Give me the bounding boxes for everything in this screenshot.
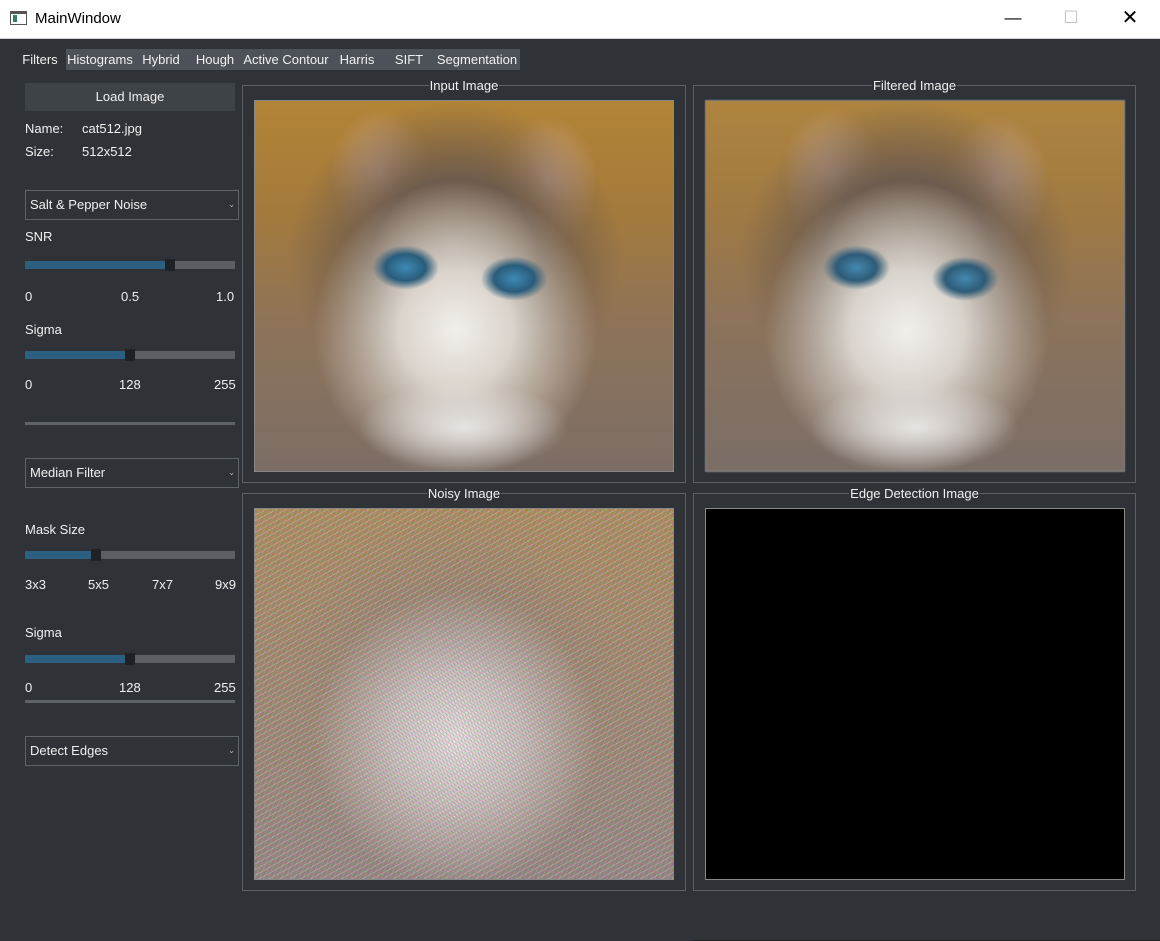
filtered-image-title: Filtered Image bbox=[871, 78, 958, 93]
load-image-button[interactable]: Load Image bbox=[25, 83, 235, 111]
noisy-image-title: Noisy Image bbox=[426, 486, 502, 501]
sigma1-tick-mid: 128 bbox=[119, 377, 141, 392]
noise-type-select[interactable]: Salt & Pepper Noise ⌄ bbox=[25, 190, 239, 220]
input-image-group: Input Image bbox=[242, 78, 686, 483]
mask-size-slider[interactable] bbox=[25, 549, 235, 561]
edge-image-title: Edge Detection Image bbox=[849, 486, 980, 501]
edge-detect-select[interactable]: Detect Edges ⌄ bbox=[25, 736, 239, 766]
slider-handle[interactable] bbox=[91, 549, 101, 561]
slider-fill bbox=[25, 655, 130, 663]
slider-handle[interactable] bbox=[125, 349, 135, 361]
filtered-image-canvas bbox=[705, 100, 1125, 472]
mask-size-label: Mask Size bbox=[25, 522, 85, 537]
sigma-slider-2[interactable] bbox=[25, 653, 235, 665]
noise-type-value: Salt & Pepper Noise bbox=[30, 197, 148, 212]
minimize-button[interactable]: — bbox=[984, 0, 1042, 38]
name-value: cat512.jpg bbox=[82, 121, 142, 136]
chevron-down-icon: ⌄ bbox=[228, 468, 235, 477]
noisy-image-group: Noisy Image bbox=[242, 486, 686, 891]
slider-fill bbox=[25, 351, 130, 359]
divider bbox=[25, 700, 235, 703]
tab-filters[interactable]: Filters bbox=[16, 49, 64, 70]
chevron-down-icon: ⌄ bbox=[228, 200, 235, 209]
sigma1-tick-min: 0 bbox=[25, 377, 33, 392]
input-image-title: Input Image bbox=[428, 78, 500, 93]
app-icon bbox=[10, 11, 27, 25]
edge-detect-value: Detect Edges bbox=[30, 743, 109, 758]
filter-type-select[interactable]: Median Filter ⌄ bbox=[25, 458, 239, 488]
close-button[interactable]: ✕ bbox=[1101, 0, 1159, 38]
snr-tick-max: 1.0 bbox=[216, 289, 235, 304]
tab-sift[interactable]: SIFT bbox=[384, 49, 434, 70]
filtered-image-group: Filtered Image bbox=[693, 78, 1136, 483]
filter-type-value: Median Filter bbox=[30, 465, 106, 480]
tab-hybrid[interactable]: Hybrid bbox=[134, 49, 188, 70]
input-image-canvas bbox=[254, 100, 674, 472]
tab-harris[interactable]: Harris bbox=[330, 49, 384, 70]
snr-tick-mid: 0.5 bbox=[121, 289, 140, 304]
size-value: 512x512 bbox=[82, 144, 132, 159]
edge-image-group: Edge Detection Image bbox=[693, 486, 1136, 891]
slider-handle[interactable] bbox=[165, 259, 175, 271]
size-label: Size: bbox=[25, 144, 54, 159]
slider-handle[interactable] bbox=[125, 653, 135, 665]
snr-label: SNR bbox=[25, 229, 53, 244]
chevron-down-icon: ⌄ bbox=[228, 746, 235, 755]
window-title: MainWindow bbox=[35, 10, 121, 27]
mask-tick-9x9: 9x9 bbox=[215, 577, 236, 592]
sigma-slider-1[interactable] bbox=[25, 349, 235, 361]
sigma-label-1: Sigma bbox=[25, 322, 62, 337]
noisy-image-canvas bbox=[254, 508, 674, 880]
sigma2-tick-min: 0 bbox=[25, 680, 33, 695]
slider-fill bbox=[25, 551, 96, 559]
mask-tick-3x3: 3x3 bbox=[25, 577, 46, 592]
snr-tick-min: 0 bbox=[25, 289, 33, 304]
maximize-button[interactable]: ☐ bbox=[1042, 0, 1100, 38]
tab-hough[interactable]: Hough bbox=[188, 49, 242, 70]
snr-slider[interactable] bbox=[25, 259, 235, 271]
sigma1-tick-max: 255 bbox=[214, 377, 236, 392]
tab-active-contour[interactable]: Active Contour bbox=[242, 49, 330, 70]
title-bar: MainWindow — ☐ ✕ bbox=[0, 0, 1160, 39]
tab-segmentation[interactable]: Segmentation bbox=[434, 49, 520, 70]
edge-image-canvas bbox=[705, 508, 1125, 880]
tab-histograms[interactable]: Histograms bbox=[66, 49, 134, 70]
mask-tick-7x7: 7x7 bbox=[152, 577, 173, 592]
sigma2-tick-max: 255 bbox=[214, 680, 236, 695]
sigma-label-2: Sigma bbox=[25, 625, 62, 640]
sigma2-tick-mid: 128 bbox=[119, 680, 141, 695]
divider bbox=[25, 422, 235, 425]
name-label: Name: bbox=[25, 121, 64, 136]
slider-fill bbox=[25, 261, 170, 269]
mask-tick-5x5: 5x5 bbox=[88, 577, 109, 592]
